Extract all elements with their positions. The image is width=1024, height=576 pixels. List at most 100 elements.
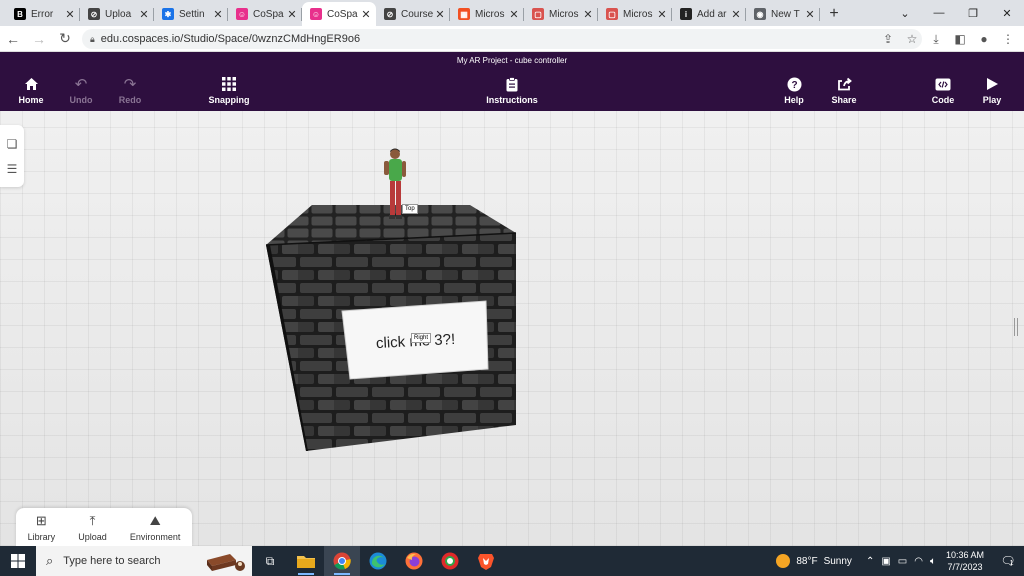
weather-widget[interactable]: 88°F Sunny: [776, 554, 852, 568]
instructions-button[interactable]: Instructions: [482, 76, 542, 105]
firefox-icon: [405, 552, 423, 570]
profile-avatar-icon[interactable]: ●: [972, 32, 996, 46]
browser-tab[interactable]: ▢ Micros ✕: [524, 2, 598, 26]
layers-icon[interactable]: ❏: [7, 137, 18, 151]
cospaces-icon: ☺: [236, 8, 248, 20]
microsoft-icon: ▦: [458, 8, 470, 20]
close-tab-icon[interactable]: ✕: [286, 8, 298, 21]
minimize-icon[interactable]: —: [922, 0, 956, 26]
snapping-button[interactable]: Snapping: [199, 76, 259, 105]
system-clock[interactable]: 10:36 AM 7/7/2023: [946, 549, 984, 573]
browser-tab[interactable]: i Add ar ✕: [672, 2, 746, 26]
stone-cube[interactable]: [262, 203, 520, 453]
address-actions: ⇪ ☆ ⤓ ◧ ● ⋮: [876, 26, 1020, 52]
opera-icon: [441, 552, 459, 570]
browser-tab[interactable]: B Error ✕: [6, 2, 80, 26]
kebab-menu-icon[interactable]: ⋮: [996, 32, 1020, 46]
volume-icon[interactable]: 🔈︎: [930, 556, 936, 567]
close-tab-icon[interactable]: ✕: [582, 8, 594, 21]
tab-label: Micros: [475, 8, 505, 20]
reload-icon[interactable]: ↻: [52, 26, 78, 52]
task-view-button[interactable]: ⧉: [252, 546, 288, 576]
list-icon[interactable]: ☰: [7, 162, 18, 176]
browser-tab-bar: B Error ✕ ⊘ Uploa ✕ ✱ Settin ✕ ☺ CoSpa ✕ ☺ CoSpa ✕ ⊘ Cou…: [0, 0, 1024, 26]
tab-label: Course: [401, 8, 434, 20]
notification-center-button[interactable]: 🗨︎ 1: [996, 554, 1018, 568]
environment-button[interactable]: ⛰ Environment: [130, 513, 181, 542]
close-tab-icon[interactable]: ✕: [508, 8, 520, 21]
info-icon: i: [680, 8, 692, 20]
upload-icon: ⤒: [89, 512, 96, 528]
chrome-icon: ◉: [754, 8, 766, 20]
opera-taskbar-button[interactable]: [432, 546, 468, 576]
taskbar-search-input[interactable]: ⌕ Type here to search: [36, 546, 252, 576]
chrome-icon: [333, 552, 351, 570]
browser-tab[interactable]: ✱ Settin ✕: [154, 2, 228, 26]
close-tab-icon[interactable]: ✕: [656, 8, 668, 21]
browser-tab[interactable]: ⊘ Course ✕: [376, 2, 450, 26]
close-window-icon[interactable]: ✕: [990, 0, 1024, 26]
firefox-taskbar-button[interactable]: [396, 546, 432, 576]
browser-tab[interactable]: ▦ Micros ✕: [450, 2, 524, 26]
top-face-label: Top: [402, 204, 418, 214]
back-icon[interactable]: ←: [0, 26, 26, 52]
brave-taskbar-button[interactable]: [468, 546, 504, 576]
chevron-down-icon[interactable]: ⌄: [888, 0, 922, 26]
close-tab-icon[interactable]: ✕: [730, 8, 742, 21]
brave-icon: [478, 554, 494, 570]
tab-label: CoSpa: [253, 8, 284, 20]
sidepanel-icon[interactable]: ◧: [948, 32, 972, 46]
chevron-up-icon[interactable]: ⌃: [866, 556, 874, 567]
chrome-taskbar-button[interactable]: [324, 546, 360, 576]
close-tab-icon[interactable]: ✕: [138, 8, 150, 21]
meet-now-icon[interactable]: ▣: [881, 556, 890, 567]
share-page-icon[interactable]: ⇪: [876, 32, 900, 46]
resize-handle[interactable]: [1014, 318, 1018, 336]
window-controls: ⌄ — ❐ ✕: [888, 0, 1024, 26]
browser-tab[interactable]: ☺ CoSpa ✕: [302, 2, 376, 26]
browser-tab[interactable]: ◉ New T ✕: [746, 2, 820, 26]
folder-icon: [297, 556, 315, 568]
windows-start-button[interactable]: [0, 546, 36, 576]
forms-icon: ▢: [606, 8, 618, 20]
tab-label: CoSpa: [327, 8, 358, 20]
wifi-icon[interactable]: ◠: [914, 556, 923, 567]
download-icon[interactable]: ⤓: [924, 32, 948, 47]
library-button[interactable]: ⊞ Library: [28, 513, 56, 542]
close-tab-icon[interactable]: ✕: [64, 8, 76, 21]
clipboard-icon: [506, 76, 518, 92]
library-icon: ⊞: [35, 512, 47, 528]
restore-icon[interactable]: ❐: [956, 0, 990, 26]
project-title: My AR Project - cube controller: [456, 56, 568, 65]
help-icon: ?: [787, 76, 802, 92]
system-tray: 88°F Sunny ⌃ ▣ ▭ ◠ 🔈︎ 10:36 AM 7/7/2023 …: [776, 546, 1024, 576]
close-tab-icon[interactable]: ✕: [804, 8, 816, 21]
lock-icon: 🔒︎: [90, 33, 95, 44]
play-button[interactable]: Play: [962, 76, 1022, 105]
close-tab-icon[interactable]: ✕: [360, 8, 372, 21]
upload-button[interactable]: ⤒ Upload: [78, 513, 107, 542]
forward-icon[interactable]: →: [26, 26, 52, 52]
share-button[interactable]: Share: [814, 76, 874, 105]
edge-taskbar-button[interactable]: [360, 546, 396, 576]
home-icon: [24, 76, 39, 92]
file-explorer-button[interactable]: [288, 546, 324, 576]
bookmark-star-icon[interactable]: ☆: [900, 32, 924, 46]
share-icon: [837, 76, 852, 92]
close-tab-icon[interactable]: ✕: [434, 8, 446, 21]
url-input[interactable]: 🔒︎ edu.cospaces.io/Studio/Space/0wznzCMd…: [82, 29, 922, 49]
battery-icon[interactable]: ▭: [898, 556, 907, 567]
address-bar: ← → ↻ 🔒︎ edu.cospaces.io/Studio/Space/0w…: [0, 26, 1024, 52]
close-tab-icon[interactable]: ✕: [212, 8, 224, 21]
tab-label: Uploa: [105, 8, 132, 20]
svg-text:?: ?: [791, 80, 797, 91]
redo-button[interactable]: ↷ Redo: [100, 76, 160, 105]
tab-label: New T: [771, 8, 800, 20]
browser-tab[interactable]: ☺ CoSpa ✕: [228, 2, 302, 26]
browser-tab[interactable]: ▢ Micros ✕: [598, 2, 672, 26]
scene-canvas[interactable]: ❏ ☰ click me 3: [0, 111, 1024, 546]
new-tab-button[interactable]: +: [820, 2, 848, 26]
tray-icons: ⌃ ▣ ▭ ◠ 🔈︎: [866, 556, 936, 567]
browser-tab[interactable]: ⊘ Uploa ✕: [80, 2, 154, 26]
redo-icon: ↷: [123, 76, 137, 93]
